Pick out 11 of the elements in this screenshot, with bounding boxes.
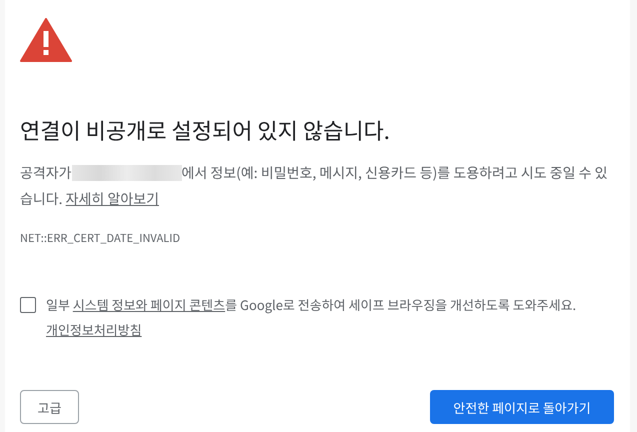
warning-icon xyxy=(20,18,72,62)
advanced-button[interactable]: 고급 xyxy=(20,390,79,424)
warning-text: 공격자가 에서 정보(예: 비밀번호, 메시지, 신용카드 등)를 도용하려고 시도 중일 수 있습니다. 자세히 알아보기 xyxy=(20,162,609,211)
consent-text: 일부 시스템 정보와 페이지 콘텐츠를 Google로 전송하여 세이프 브라우징을 개선하도록 도와주세요. 개인정보처리방침 xyxy=(46,294,578,341)
back-to-safety-button[interactable]: 안전한 페이지로 돌아가기 xyxy=(430,390,614,424)
system-info-link[interactable]: 시스템 정보와 페이지 콘텐츠 xyxy=(72,295,226,314)
page-heading: 연결이 비공개로 설정되어 있지 않습니다. xyxy=(20,114,391,146)
learn-more-link[interactable]: 자세히 알아보기 xyxy=(66,189,159,209)
error-code: NET::ERR_CERT_DATE_INVALID xyxy=(20,230,182,246)
privacy-policy-link[interactable]: 개인정보처리방침 xyxy=(46,320,142,339)
checkbox[interactable] xyxy=(20,297,36,313)
